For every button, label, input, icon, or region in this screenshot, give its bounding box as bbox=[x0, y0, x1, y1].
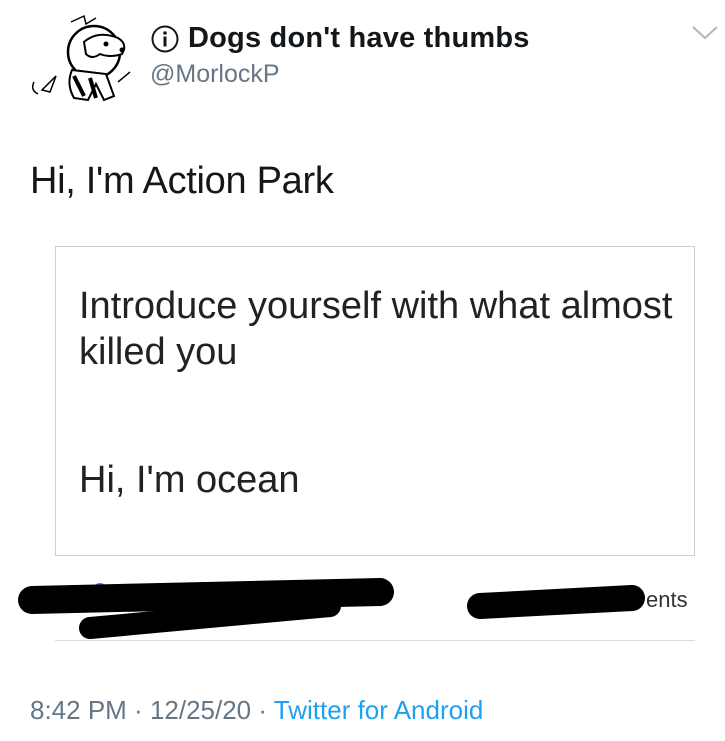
redaction-scribble bbox=[18, 578, 645, 639]
author-name-row[interactable]: Dogs don't have thumbs bbox=[150, 22, 530, 55]
meta-separator: · bbox=[126, 695, 150, 725]
author-handle[interactable]: @MorlockP bbox=[150, 60, 280, 89]
tweet-meta: 8:42 PM · 12/25/20 · Twitter for Android bbox=[30, 695, 483, 726]
author-display-name[interactable]: Dogs don't have thumbs bbox=[188, 22, 530, 55]
tweet-date[interactable]: 12/25/20 bbox=[150, 695, 251, 725]
meta-separator: · bbox=[251, 695, 274, 725]
tweet-text: Hi, I'm Action Park bbox=[30, 160, 334, 202]
tweet-source-link[interactable]: Twitter for Android bbox=[274, 695, 484, 725]
card-divider bbox=[55, 640, 695, 641]
chevron-down-icon[interactable] bbox=[690, 24, 720, 42]
tweet-time[interactable]: 8:42 PM bbox=[30, 695, 127, 725]
avatar[interactable] bbox=[26, 12, 146, 108]
info-icon bbox=[151, 25, 179, 52]
embedded-screenshot-card: Introduce yourself with what almost kill… bbox=[55, 246, 695, 556]
card-prompt: Introduce yourself with what almost kill… bbox=[79, 285, 673, 373]
card-partial-text: ents bbox=[646, 587, 688, 612]
card-reply: Hi, I'm ocean bbox=[79, 459, 300, 501]
